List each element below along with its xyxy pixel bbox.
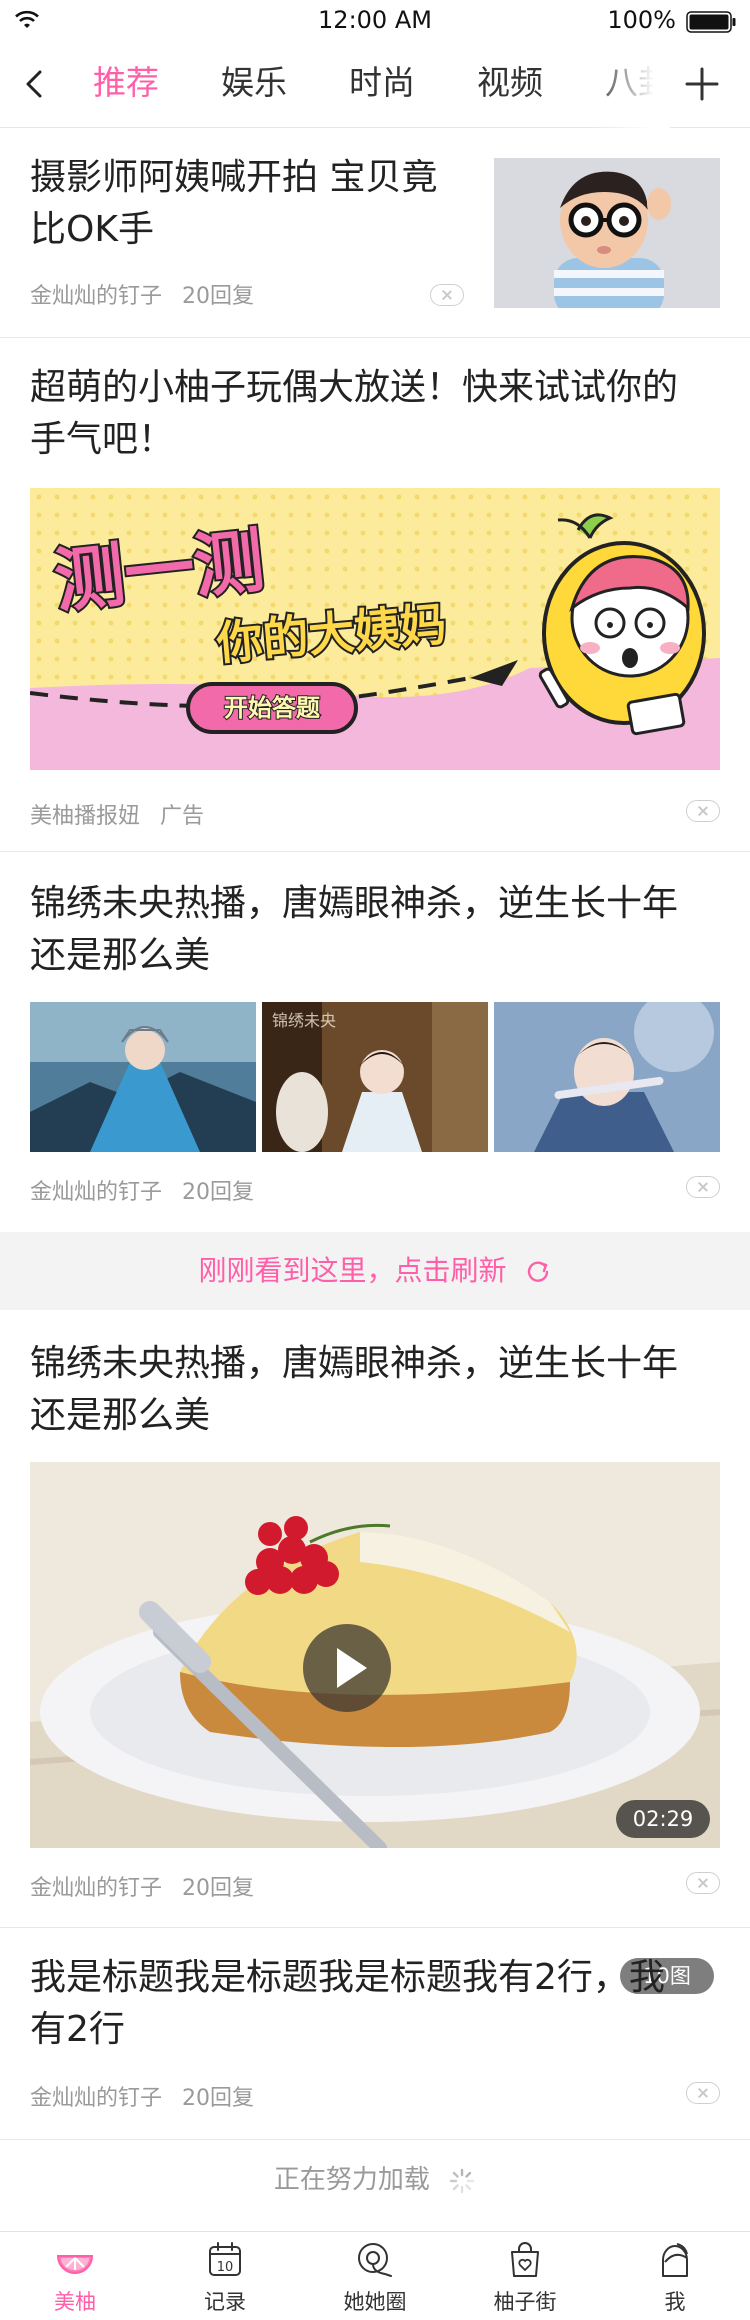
tab-meiyou[interactable]: 美柚 xyxy=(0,2232,150,2320)
channel-nav: 推荐娱乐时尚视频八卦 xyxy=(0,40,750,128)
tabs-fade xyxy=(590,40,670,128)
grapefruit-icon xyxy=(56,2255,94,2274)
svg-text:10: 10 xyxy=(217,2260,234,2275)
play-icon[interactable] xyxy=(303,1624,391,1712)
bottom-tab-bar: 美柚 10 记录 她她圈 柚子街 我 xyxy=(0,2231,750,2320)
drama-thumbnail-3 xyxy=(494,1002,720,1152)
tab-me[interactable]: 我 xyxy=(600,2232,750,2320)
calendar-icon: 10 xyxy=(209,2242,241,2276)
feed-item[interactable]: 锦绣未央热播，唐嫣眼神杀，逆生长十年 还是那么美 锦绣未央 10图 金灿灿的钉子… xyxy=(0,852,750,1994)
refresh-text: 刚刚看到这里，点击刷新 xyxy=(198,1254,507,1287)
tab-recommend[interactable]: 推荐 xyxy=(62,40,190,126)
ad-tag: 广告 xyxy=(160,804,205,829)
reply-count: 20回复 xyxy=(182,1180,255,1205)
author-name: 美柚播报妞 xyxy=(30,804,141,829)
feed-item-ad[interactable]: 超萌的小柚子玩偶大放送！快来试试你的 手气吧！ 测一测 你的大姨妈 开始答题 美… xyxy=(0,338,750,852)
feed-title: 锦绣未央热播，唐嫣眼神杀，逆生长十年 还是那么美 xyxy=(30,1343,679,1436)
reply-count: 20回复 xyxy=(182,1876,255,1901)
loading-indicator: 正在努力加载 xyxy=(0,2140,750,2220)
feed-item[interactable]: 我是标题我是标题我是标题我有2行，我 有2行 金灿灿的钉子 20回复 xyxy=(0,1928,750,2140)
profile-icon xyxy=(662,2243,688,2277)
thumbnail-caption: 锦绣未央 xyxy=(272,1011,336,1030)
feed-title: 摄影师阿姨喊开拍 宝贝竟 比OK手 xyxy=(30,157,438,250)
dismiss-icon[interactable] xyxy=(686,2082,720,2104)
video-duration: 02:29 xyxy=(616,1800,710,1838)
shopping-bag-icon xyxy=(511,2242,539,2277)
reply-count: 20回复 xyxy=(182,284,255,309)
baby-thumbnail xyxy=(494,158,720,308)
back-arrow-icon[interactable] xyxy=(20,62,50,106)
loading-text: 正在努力加载 xyxy=(273,2165,430,2195)
feed-title: 我是标题我是标题我是标题我有2行，我 有2行 xyxy=(30,1957,665,2050)
add-channel-icon[interactable] xyxy=(684,66,720,102)
feed-meta: 美柚播报妞 广告 xyxy=(30,798,204,830)
search-circle-icon xyxy=(358,2243,392,2277)
tab-pomelo-street[interactable]: 柚子街 xyxy=(450,2232,600,2320)
author-name: 金灿灿的钉子 xyxy=(30,1180,163,1205)
banner-start-button: 开始答题 xyxy=(224,694,320,722)
drama-thumbnail-2: 锦绣未央 xyxy=(262,1002,488,1152)
dismiss-icon[interactable] xyxy=(686,1872,720,1894)
tab-video[interactable]: 视频 xyxy=(446,40,574,126)
refresh-bar[interactable]: 刚刚看到这里，点击刷新 xyxy=(0,1232,750,1310)
spinner-icon xyxy=(449,2168,475,2193)
feed-meta: 金灿灿的钉子 20回复 xyxy=(30,278,254,310)
dismiss-icon[interactable] xyxy=(686,1176,720,1198)
feed-meta: 金灿灿的钉子 20回复 xyxy=(30,1870,254,1902)
quiz-banner[interactable]: 测一测 你的大姨妈 开始答题 xyxy=(30,488,720,770)
battery-percentage: 100% xyxy=(607,6,676,34)
feed-title: 锦绣未央热播，唐嫣眼神杀，逆生长十年 还是那么美 xyxy=(30,883,679,976)
feed-meta: 金灿灿的钉子 20回复 xyxy=(30,1174,254,1206)
author-name: 金灿灿的钉子 xyxy=(30,1876,163,1901)
tab-fashion[interactable]: 时尚 xyxy=(318,40,446,126)
author-name: 金灿灿的钉子 xyxy=(30,284,163,309)
feed-item[interactable]: 摄影师阿姨喊开拍 宝贝竟 比OK手 金灿灿的钉子 20回复 xyxy=(0,128,750,338)
tab-entertainment[interactable]: 娱乐 xyxy=(190,40,318,126)
channel-tabs: 推荐娱乐时尚视频八卦 xyxy=(62,40,662,128)
author-name: 金灿灿的钉子 xyxy=(30,2086,163,2111)
feed-title: 超萌的小柚子玩偶大放送！快来试试你的 手气吧！ xyxy=(30,367,679,460)
drama-thumbnail-1 xyxy=(30,1002,256,1152)
dismiss-icon[interactable] xyxy=(686,800,720,822)
feed-meta: 金灿灿的钉子 20回复 xyxy=(30,2080,254,2112)
reply-count: 20回复 xyxy=(182,2086,255,2111)
status-bar: 12:00 AM 100% xyxy=(0,0,750,40)
dismiss-icon[interactable] xyxy=(430,284,464,306)
battery-icon xyxy=(686,11,736,33)
tab-her-circle[interactable]: 她她圈 xyxy=(300,2232,450,2320)
refresh-icon xyxy=(528,1261,549,1282)
tab-record[interactable]: 10 记录 xyxy=(150,2232,300,2320)
